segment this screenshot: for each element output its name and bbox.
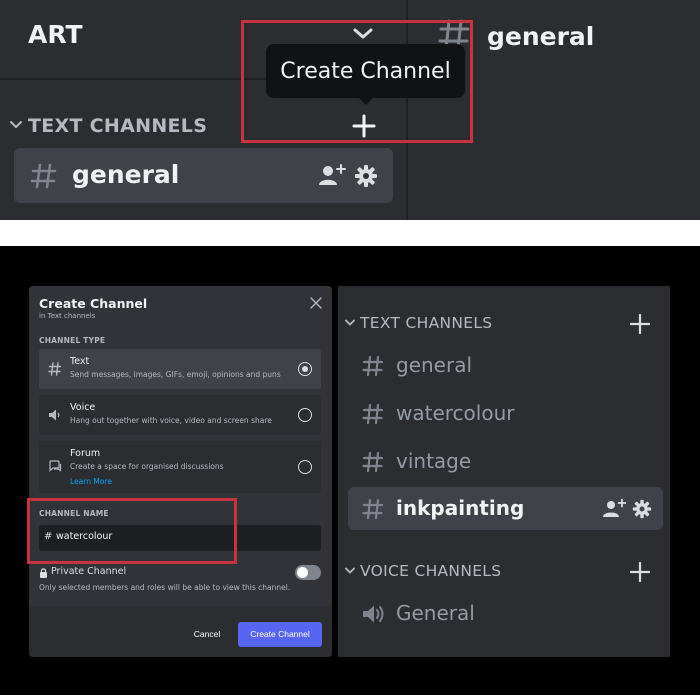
lock-icon	[39, 568, 48, 578]
channel-type-text[interactable]: Text Send messages, images, GIFs, emoji,…	[39, 349, 321, 389]
option-description: Send messages, images, GIFs, emoji, opin…	[70, 370, 281, 379]
channel-name: General	[396, 601, 475, 625]
radio-selected[interactable]	[298, 362, 312, 376]
close-icon[interactable]	[310, 297, 322, 309]
private-channel-toggle[interactable]	[295, 565, 321, 580]
chevron-down-icon[interactable]	[344, 318, 356, 328]
category-text-channels[interactable]: TEXT CHANNELS	[28, 115, 207, 137]
top-screenshot-panel: ART general Create Channel TEXT CHANNELS…	[0, 0, 700, 220]
radio-unselected[interactable]	[298, 460, 312, 474]
highlight-box	[27, 498, 237, 564]
plus-icon[interactable]	[630, 562, 650, 582]
chevron-down-icon[interactable]	[344, 566, 356, 576]
option-title: Voice	[70, 402, 96, 413]
channel-item-general[interactable]: general	[348, 344, 663, 387]
create-channel-modal: Create Channel in Text channels CHANNEL …	[29, 286, 332, 657]
voice-channel-general[interactable]: General	[348, 592, 663, 635]
channel-header-title: general	[487, 22, 595, 51]
modal-title: Create Channel	[39, 296, 148, 311]
channel-item-inkpainting[interactable]: inkpainting	[348, 487, 663, 530]
private-channel-label: Private Channel	[51, 566, 127, 577]
server-name: ART	[28, 20, 83, 49]
modal-subtitle: in Text channels	[39, 312, 96, 320]
gear-icon[interactable]	[354, 164, 378, 188]
learn-more-link[interactable]: Learn More	[70, 477, 112, 486]
hash-icon	[362, 498, 384, 520]
radio-unselected[interactable]	[298, 408, 312, 422]
create-channel-button[interactable]: Create Channel	[238, 622, 322, 647]
invite-user-icon[interactable]	[318, 163, 346, 187]
channel-name: inkpainting	[396, 496, 525, 520]
channel-item-watercolour[interactable]: watercolour	[348, 392, 663, 435]
channel-sidebar: TEXT CHANNELS general watercolour vintag…	[338, 286, 670, 657]
hash-icon	[30, 162, 58, 190]
gear-icon[interactable]	[632, 499, 652, 519]
chevron-down-icon[interactable]	[9, 119, 23, 131]
plus-icon[interactable]	[630, 314, 650, 334]
invite-user-icon[interactable]	[602, 498, 626, 518]
category-text-channels[interactable]: TEXT CHANNELS	[360, 314, 492, 332]
hash-icon	[48, 362, 62, 376]
hash-icon	[362, 403, 384, 425]
option-description: Hang out together with voice, video and …	[70, 416, 272, 425]
speaker-icon	[48, 408, 62, 422]
channel-type-forum[interactable]: Forum Create a space for organised discu…	[39, 441, 321, 493]
hash-icon	[362, 451, 384, 473]
channel-type-voice[interactable]: Voice Hang out together with voice, vide…	[39, 395, 321, 435]
option-title: Forum	[70, 448, 101, 459]
private-channel-description: Only selected members and roles will be …	[39, 583, 291, 592]
category-voice-channels[interactable]: VOICE CHANNELS	[360, 562, 501, 580]
cancel-button[interactable]: Cancel	[179, 627, 235, 641]
channel-name: general	[72, 160, 180, 189]
channel-name: vintage	[396, 449, 472, 473]
channel-name: watercolour	[396, 401, 515, 425]
channel-type-label: CHANNEL TYPE	[39, 336, 106, 345]
hash-icon	[362, 355, 384, 377]
speaker-icon	[362, 603, 386, 625]
forum-icon	[48, 459, 63, 473]
highlight-box	[241, 20, 473, 143]
option-description: Create a space for organised discussions	[70, 462, 224, 471]
channel-item-vintage[interactable]: vintage	[348, 440, 663, 483]
channel-name: general	[396, 353, 473, 377]
option-title: Text	[70, 356, 90, 367]
